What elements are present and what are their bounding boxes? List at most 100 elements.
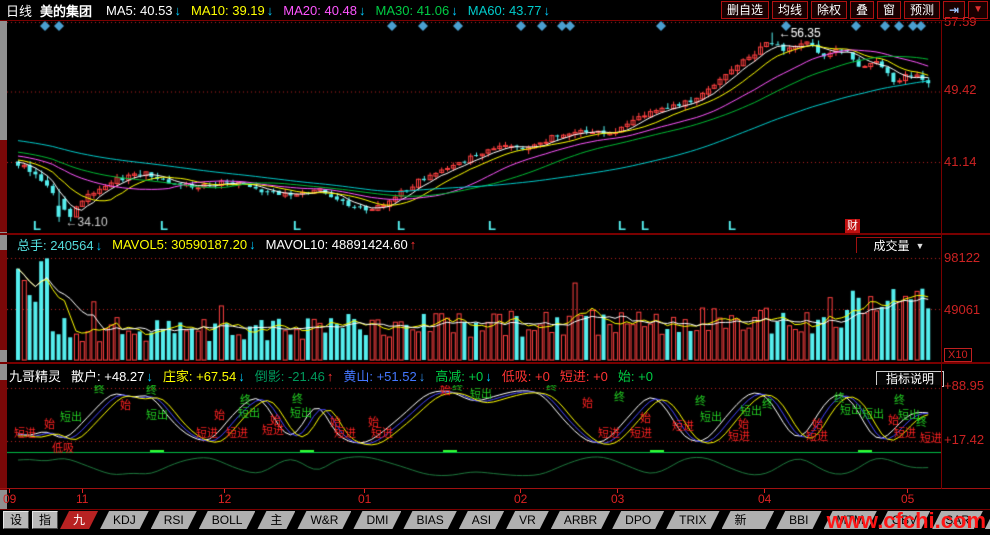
indicator-tab-6[interactable]: DMI bbox=[353, 511, 401, 529]
ma-label: MA5: bbox=[106, 2, 140, 18]
ma-label: MA10: bbox=[191, 2, 233, 18]
ma-value: 43.77 bbox=[508, 2, 542, 18]
indicator-stat-item: 低吸: +0 bbox=[502, 369, 550, 384]
date-tick bbox=[907, 489, 908, 493]
date-tick bbox=[224, 489, 225, 493]
indicator-stat-label: 黄山: bbox=[343, 368, 377, 384]
indicator-stat-value: +0 bbox=[638, 368, 653, 384]
header-button-0[interactable]: 删自选 bbox=[720, 1, 769, 19]
volume-unit-label: X10 bbox=[944, 348, 972, 362]
indicator-stat-value: +0 bbox=[593, 368, 608, 384]
volume-chart-pane bbox=[7, 253, 941, 361]
date-label: 12 bbox=[218, 492, 232, 506]
axis-line bbox=[0, 488, 990, 489]
ma-item: MA20: 40.48 ↓ bbox=[283, 3, 365, 18]
down-arrow-icon: ↓ bbox=[359, 2, 366, 18]
down-arrow-icon: ↓ bbox=[238, 368, 245, 384]
up-arrow-icon: ↑ bbox=[326, 368, 334, 384]
ma-values: MA5: 40.53 ↓ MA10: 39.19 ↓ MA20: 40.48 ↓ MA30:… bbox=[96, 3, 550, 18]
volume-type-selector[interactable]: 成交量 ▼ bbox=[856, 237, 942, 254]
indicator-tab-12[interactable]: TRIX bbox=[666, 511, 719, 529]
indicator-tab-8[interactable]: ASI bbox=[459, 511, 504, 529]
date-tick bbox=[82, 489, 83, 493]
ma-item: MA10: 39.19 ↓ bbox=[191, 3, 273, 18]
volume-stat-item: MAVOL5: 30590187.20 ↓ bbox=[112, 237, 255, 252]
indicator-stat-value: +48.27 bbox=[104, 368, 145, 384]
date-label: 02 bbox=[514, 492, 528, 506]
indicator-chart-canvas[interactable] bbox=[7, 385, 941, 489]
indicator-header: 九哥精灵 散户: +48.27 ↓ 庄家: +67.54 ↓ 倒影: -21.46 ↑ 黄山… bbox=[7, 366, 941, 384]
volume-header: 总手: 240564 ↓ MAVOL5: 30590187.20 ↓ MAVOL10: … bbox=[7, 235, 941, 254]
indicator-stat-value: +67.54 bbox=[196, 368, 237, 384]
axis-label: 49061 bbox=[944, 302, 981, 317]
ma-value: 40.48 bbox=[324, 2, 358, 18]
indicator-stat-value: +0 bbox=[535, 368, 550, 384]
down-arrow-icon: ↓ bbox=[266, 2, 274, 18]
left-splitter[interactable] bbox=[0, 20, 7, 510]
indicator-stat-item: 高减: +0 ↓ bbox=[435, 369, 492, 384]
indicator-stat-value: +51.52 bbox=[376, 368, 417, 384]
indicator-stat-label: 低吸: bbox=[501, 368, 535, 384]
indicator-stat-item: 始: +0 bbox=[618, 369, 653, 384]
volume-stat-label: MAVOL10: bbox=[265, 236, 332, 252]
ma-value: 41.06 bbox=[416, 2, 450, 18]
volume-stat-value: 240564 bbox=[50, 237, 94, 253]
toolbar-button-1[interactable]: 指标平台 bbox=[32, 511, 59, 535]
axis-label: 49.42 bbox=[944, 82, 977, 97]
volume-stat-label: 总手: bbox=[17, 237, 51, 253]
header-button-1[interactable]: 均线 bbox=[771, 1, 808, 19]
indicator-tab-11[interactable]: DPO bbox=[612, 511, 664, 529]
indicator-tab-9[interactable]: VR bbox=[506, 511, 549, 529]
main-chart-pane bbox=[7, 20, 942, 233]
app-window: 日线 美的集团 MA5: 40.53 ↓ MA10: 39.19 ↓ MA20: 40.… bbox=[0, 0, 990, 535]
indicator-tab-14[interactable]: BBI bbox=[776, 511, 821, 529]
down-arrow-icon: ↓ bbox=[451, 2, 458, 18]
indicator-values: 散户: +48.27 ↓ 庄家: +67.54 ↓ 倒影: -21.46 ↑ 黄山: +51… bbox=[61, 366, 653, 385]
cai-badge[interactable]: 财 bbox=[845, 219, 860, 233]
volume-chart-canvas[interactable] bbox=[7, 253, 941, 361]
candlestick-chart-canvas[interactable] bbox=[7, 20, 941, 233]
collapse-panel-icon[interactable]: ⇥ bbox=[943, 1, 966, 19]
ma-label: MA20: bbox=[283, 2, 325, 18]
axis-divider bbox=[941, 20, 942, 489]
indicator-tab-10[interactable]: ARBR bbox=[551, 511, 610, 529]
header-button-4[interactable]: 窗 bbox=[877, 1, 902, 19]
indicator-tab-5[interactable]: W&R bbox=[297, 511, 351, 529]
indicator-tab-1[interactable]: KDJ bbox=[100, 511, 149, 529]
header-button-2[interactable]: 除权 bbox=[810, 1, 847, 19]
indicator-stat-label: 倒影: bbox=[254, 368, 288, 384]
volume-stat-value: 48891424.60 bbox=[331, 236, 408, 252]
header-toolbar: 删自选 均线 除权叠窗预测 ⇥ ▼ bbox=[718, 1, 988, 19]
indicator-tab-13[interactable]: 新DMA bbox=[722, 511, 775, 529]
down-arrow-icon: ↓ bbox=[146, 368, 153, 384]
indicator-tab-4[interactable]: 主力 bbox=[257, 511, 295, 529]
indicator-stat-label: 散户: bbox=[71, 368, 105, 384]
indicator-stat-item: 倒影: -21.46 ↑ bbox=[255, 369, 334, 384]
volume-stat-item: 总手: 240564 ↓ bbox=[17, 235, 102, 254]
indicator-stat-item: 散户: +48.27 ↓ bbox=[71, 369, 153, 384]
header-button-5[interactable]: 预测 bbox=[904, 1, 941, 19]
header-button-3[interactable]: 叠 bbox=[849, 1, 874, 19]
down-arrow-icon: ↓ bbox=[249, 236, 256, 252]
indicator-stat-label: 高减: bbox=[435, 368, 469, 384]
chevron-down-icon[interactable]: ▼ bbox=[968, 1, 988, 19]
down-arrow-icon: ↓ bbox=[418, 368, 426, 384]
indicator-tab-2[interactable]: RSI bbox=[151, 511, 197, 529]
ma-value: 39.19 bbox=[232, 2, 265, 18]
date-label: 04 bbox=[758, 492, 772, 506]
indicator-stat-item: 黄山: +51.52 ↓ bbox=[343, 369, 425, 384]
volume-stat-item: MAVOL10: 48891424.60 ↑ bbox=[266, 237, 417, 252]
date-tick bbox=[9, 489, 10, 493]
stock-name: 美的集团 bbox=[40, 3, 93, 19]
axis-label: +88.95 bbox=[944, 378, 985, 393]
indicator-stat-label: 庄家: bbox=[162, 368, 197, 384]
date-tick bbox=[520, 489, 521, 493]
watermark: www.cfchi.com bbox=[826, 508, 986, 533]
indicator-tab-3[interactable]: BOLL bbox=[199, 511, 256, 529]
date-tick bbox=[764, 489, 765, 493]
indicator-tab-0[interactable]: 九哥精灵 bbox=[60, 511, 98, 529]
pane-divider bbox=[0, 362, 990, 364]
indicator-tab-7[interactable]: BIAS bbox=[403, 511, 456, 529]
indicator-stat-value: +0 bbox=[468, 368, 484, 384]
toolbar-button-0[interactable]: 设置 bbox=[3, 511, 30, 535]
